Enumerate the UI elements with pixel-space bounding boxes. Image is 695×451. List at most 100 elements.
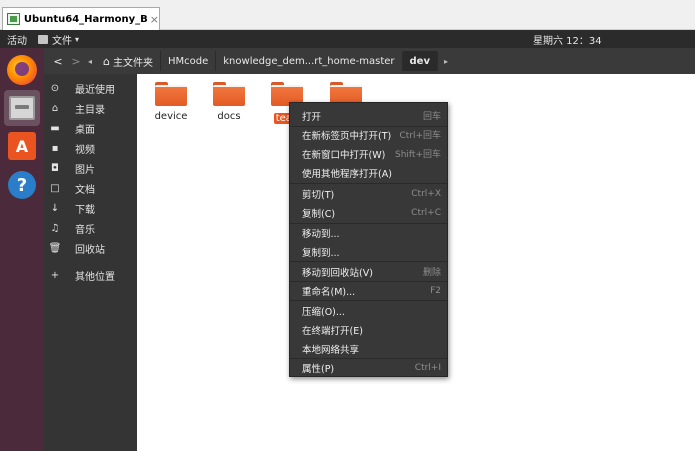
menu-item-cut[interactable]: 剪切(T) Ctrl+X [290, 184, 447, 203]
sidebar: ⊙ 最近使用 ⌂ 主目录 ▬ 桌面 ▪ 视频 ◘ 图片 □ 文档 ↓ 下载 ♫ … [44, 74, 137, 451]
vm-tab-bar: Ubuntu64_Harmony_BearPi ... × [0, 0, 695, 30]
plus-icon: + [50, 269, 60, 281]
sidebar-item-downloads[interactable]: ↓ 下载 [44, 199, 137, 217]
music-icon: ♫ [50, 222, 60, 234]
sidebar-item-label: 其他位置 [75, 271, 115, 283]
menu-item-label: 剪切(T) [302, 189, 335, 201]
files-app-icon [38, 35, 48, 44]
menu-item-label: 打开 [302, 111, 322, 123]
menu-item-shortcut: Shift+回车 [395, 150, 441, 160]
clock-icon: ⊙ [50, 82, 60, 94]
sidebar-item-label: 桌面 [75, 124, 95, 136]
menu-item-copy[interactable]: 复制(C) Ctrl+C [290, 203, 447, 222]
folder-docs[interactable]: docs [199, 82, 259, 122]
dock: A ? [0, 48, 44, 451]
menu-item-label: 在新窗口中打开(W) [302, 149, 386, 161]
sidebar-item-other-locations[interactable]: + 其他位置 [44, 266, 137, 284]
forward-button[interactable]: > [67, 51, 85, 71]
sidebar-item-recent[interactable]: ⊙ 最近使用 [44, 79, 137, 97]
menu-item-shortcut: Ctrl+回车 [399, 131, 441, 141]
menu-item-label: 移动到... [302, 228, 340, 240]
clock[interactable]: 星期六 12：34 [533, 32, 602, 47]
files-icon [9, 96, 35, 120]
menu-item-open-with[interactable]: 使用其他程序打开(A) [290, 163, 447, 182]
sidebar-item-trash[interactable]: 🗑 回收站 [44, 239, 137, 257]
back-button[interactable]: < [49, 51, 67, 71]
menu-item-shortcut: Ctrl+I [414, 362, 441, 373]
menu-item-label: 复制(C) [302, 208, 336, 220]
dock-files[interactable] [4, 90, 40, 126]
folder-device[interactable]: device [141, 82, 201, 122]
software-store-icon: A [8, 132, 36, 160]
dock-firefox[interactable] [4, 52, 40, 88]
top-bar: 活动 文件 ▾ 星期六 12：34 [0, 30, 695, 48]
menu-item-open[interactable]: 打开 回车 [290, 106, 447, 125]
vm-tab[interactable]: Ubuntu64_Harmony_BearPi ... × [2, 7, 160, 30]
home-icon: ⌂ [51, 102, 59, 114]
trash-icon: 🗑 [48, 242, 62, 254]
breadcrumb-knowledge-demo[interactable]: knowledge_dem...rt_home-master [216, 51, 403, 71]
sidebar-item-documents[interactable]: □ 文档 [44, 179, 137, 197]
menu-item-shortcut: Ctrl+X [411, 188, 441, 199]
menu-item-label: 使用其他程序打开(A) [302, 168, 392, 180]
menu-item-move-to-trash[interactable]: 移动到回收站(V) 删除 [290, 262, 447, 281]
camera-icon: ◘ [51, 162, 59, 174]
breadcrumb-scroll-right-icon[interactable]: ▸ [444, 57, 448, 66]
sidebar-item-label: 主目录 [75, 104, 105, 116]
menu-item-copy-to[interactable]: 复制到... [290, 242, 447, 261]
menu-item-label: 在终端打开(E) [302, 325, 363, 337]
app-menu[interactable]: 文件 ▾ [38, 32, 79, 47]
menu-item-open-in-terminal[interactable]: 在终端打开(E) [290, 320, 447, 339]
sidebar-item-home[interactable]: ⌂ 主目录 [44, 99, 137, 117]
download-icon: ↓ [50, 202, 60, 214]
activities-button[interactable]: 活动 [7, 32, 27, 47]
menu-item-open-new-window[interactable]: 在新窗口中打开(W) Shift+回车 [290, 144, 447, 163]
sidebar-item-videos[interactable]: ▪ 视频 [44, 139, 137, 157]
sidebar-item-desktop[interactable]: ▬ 桌面 [44, 119, 137, 137]
menu-item-compress[interactable]: 压缩(O)... [290, 301, 447, 320]
sidebar-item-label: 下载 [75, 204, 95, 216]
document-icon: □ [50, 182, 60, 194]
vm-icon [7, 13, 20, 25]
desktop-icon: ▬ [50, 122, 60, 134]
menu-item-label: 在新标签页中打开(T) [302, 130, 392, 142]
sidebar-item-label: 最近使用 [75, 84, 115, 96]
breadcrumb-home[interactable]: ⌂ 主文件夹 [96, 51, 161, 71]
sidebar-item-pictures[interactable]: ◘ 图片 [44, 159, 137, 177]
help-icon: ? [8, 171, 36, 199]
sidebar-item-music[interactable]: ♫ 音乐 [44, 219, 137, 237]
menu-item-local-network-share[interactable]: 本地网络共享 [290, 339, 447, 358]
menu-item-open-new-tab[interactable]: 在新标签页中打开(T) Ctrl+回车 [290, 125, 447, 144]
menu-item-shortcut: 删除 [422, 268, 441, 278]
vm-tab-title: Ubuntu64_Harmony_BearPi ... [23, 13, 148, 25]
menu-item-shortcut: F2 [430, 285, 441, 296]
breadcrumb-scroll-left-icon[interactable]: ◂ [88, 57, 92, 66]
menu-item-label: 复制到... [302, 247, 340, 259]
chevron-down-icon: ▾ [75, 35, 80, 44]
menu-item-rename[interactable]: 重命名(M)... F2 [290, 281, 447, 300]
close-icon[interactable]: × [150, 13, 159, 26]
menu-item-move-to[interactable]: 移动到... [290, 223, 447, 242]
sidebar-item-label: 音乐 [75, 224, 95, 236]
dock-help[interactable]: ? [4, 167, 40, 203]
video-icon: ▪ [51, 142, 59, 154]
menu-item-shortcut: 回车 [422, 112, 441, 122]
menu-item-label: 压缩(O)... [302, 306, 345, 318]
breadcrumb-dev[interactable]: dev [402, 51, 438, 71]
menu-item-label: 本地网络共享 [302, 344, 360, 356]
file-label: device [154, 111, 188, 122]
sidebar-item-label: 文档 [75, 184, 95, 196]
file-label: docs [217, 111, 241, 122]
menu-item-label: 重命名(M)... [302, 286, 356, 298]
menu-item-properties[interactable]: 属性(P) Ctrl+I [290, 358, 447, 377]
app-menu-label: 文件 [52, 36, 72, 47]
context-menu: 打开 回车 在新标签页中打开(T) Ctrl+回车 在新窗口中打开(W) Shi… [289, 102, 448, 377]
dock-software-store[interactable]: A [4, 128, 40, 164]
firefox-icon [7, 55, 37, 85]
home-icon: ⌂ [103, 54, 110, 68]
sidebar-item-label: 视频 [75, 144, 95, 156]
menu-item-label: 属性(P) [302, 363, 335, 375]
breadcrumb-hmcode[interactable]: HMcode [161, 51, 217, 71]
breadcrumb-label: 主文件夹 [113, 57, 153, 69]
menu-item-shortcut: Ctrl+C [411, 207, 441, 218]
